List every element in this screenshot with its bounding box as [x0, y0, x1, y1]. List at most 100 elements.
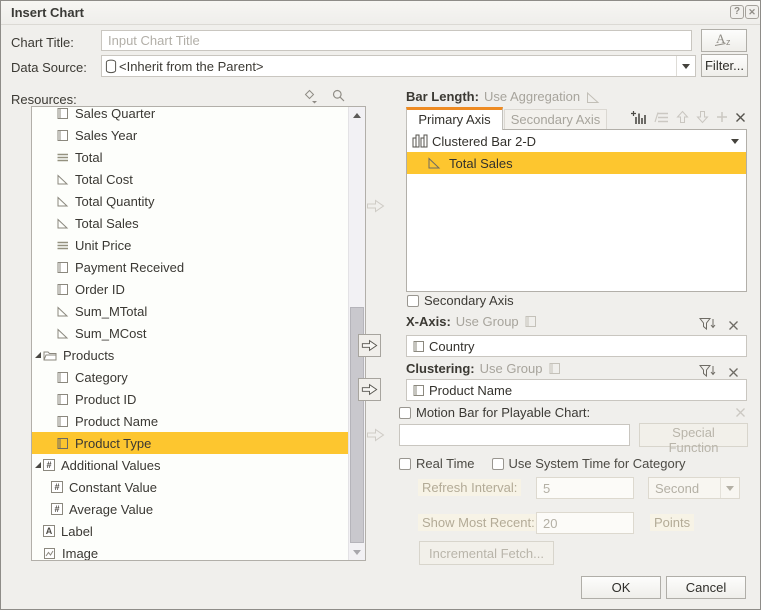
expand-arrow-icon[interactable]	[34, 461, 42, 469]
use-aggregation-label: Use Aggregation	[484, 89, 580, 104]
scroll-up-icon[interactable]	[349, 107, 365, 123]
tree-item-sum-mtotal[interactable]: Sum_MTotal	[32, 300, 348, 322]
real-time-checkbox[interactable]	[399, 458, 411, 470]
use-system-time-label: Use System Time for Category	[509, 456, 686, 471]
total-icon	[56, 239, 69, 252]
real-time-label: Real Time	[416, 456, 475, 471]
secondary-axis-checkbox[interactable]	[407, 295, 419, 307]
motion-bar-remove-icon[interactable]	[735, 406, 746, 421]
tree-item-products[interactable]: Products	[32, 344, 348, 366]
refresh-interval-label: Refresh Interval:	[418, 479, 521, 496]
filter-button[interactable]: Filter...	[701, 54, 748, 77]
data-source-dropdown-arrow[interactable]	[676, 56, 695, 76]
data-source-combobox[interactable]: <Inherit from the Parent>	[101, 55, 696, 77]
x-axis-header: X-Axis: Use Group	[406, 314, 537, 329]
series-item-label: Total Sales	[449, 156, 513, 171]
refresh-interval-input[interactable]	[536, 477, 634, 499]
move-up-icon[interactable]	[676, 110, 689, 124]
clustering-value: Product Name	[429, 383, 512, 398]
add-icon[interactable]	[716, 111, 728, 123]
cancel-button[interactable]: Cancel	[666, 576, 746, 599]
tree-item-label: Constant Value	[69, 480, 157, 495]
use-system-time-checkbox[interactable]	[492, 458, 504, 470]
x-axis-field[interactable]: Country	[406, 335, 747, 357]
show-most-recent-input[interactable]	[536, 512, 634, 534]
remove-icon[interactable]	[735, 112, 746, 123]
aggregation-list-icon[interactable]	[654, 111, 669, 124]
tree-item-product-id[interactable]: Product ID	[32, 388, 348, 410]
tree-item-sum-mcost[interactable]: Sum_MCost	[32, 322, 348, 344]
tree-item-payment-received[interactable]: Payment Received	[32, 256, 348, 278]
clustering-field[interactable]: Product Name	[406, 379, 747, 401]
tree-item-sales-quarter[interactable]: Sales Quarter	[32, 107, 348, 124]
x-axis-remove-icon[interactable]	[728, 319, 739, 334]
tree-item-label-resource[interactable]: ALabel	[32, 520, 348, 542]
refresh-unit-combobox[interactable]: Second	[648, 477, 740, 499]
font-style-button[interactable]: A z	[701, 29, 747, 52]
tree-item-label: Total Sales	[75, 216, 139, 231]
close-icon[interactable]: ✕	[745, 5, 759, 19]
tree-item-additional-values[interactable]: #Additional Values	[32, 454, 348, 476]
x-axis-filter-icon[interactable]	[699, 317, 716, 334]
x-axis-value: Country	[429, 339, 475, 354]
tree-item-label: Order ID	[75, 282, 125, 297]
tree-item-order-id[interactable]: Order ID	[32, 278, 348, 300]
tree-item-unit-price[interactable]: Unit Price	[32, 234, 348, 256]
scroll-down-icon[interactable]	[349, 544, 365, 560]
font-az-icon: A z	[713, 31, 735, 47]
ok-button[interactable]: OK	[581, 576, 661, 599]
move-down-icon[interactable]	[696, 110, 709, 124]
tree-item-label: Sales Year	[75, 128, 137, 143]
chart-type-combobox[interactable]: Clustered Bar 2-D	[407, 130, 746, 152]
measure-icon	[56, 195, 69, 208]
chart-title-input[interactable]	[101, 30, 692, 51]
real-time-row: Real Time Use System Time for Category	[399, 456, 686, 471]
tree-item-constant-value[interactable]: #Constant Value	[32, 476, 348, 498]
dimension-icon	[524, 315, 537, 328]
transfer-arrow-clustering[interactable]	[358, 378, 381, 401]
tree-item-total-sales[interactable]: Total Sales	[32, 212, 348, 234]
tree-item-total-cost[interactable]: Total Cost	[32, 168, 348, 190]
tree-item-sales-year[interactable]: Sales Year	[32, 124, 348, 146]
chart-type-dropdown-arrow[interactable]	[731, 139, 739, 144]
add-chart-icon[interactable]	[631, 110, 647, 125]
dimension-icon	[548, 362, 561, 375]
tree-item-label: Product Name	[75, 414, 158, 429]
tree-item-total-quantity[interactable]: Total Quantity	[32, 190, 348, 212]
expand-arrow-icon[interactable]	[34, 351, 42, 359]
motion-bar-checkbox[interactable]	[399, 407, 411, 419]
sort-resources-icon[interactable]	[304, 89, 319, 107]
tab-secondary-axis[interactable]: Secondary Axis	[504, 109, 607, 130]
show-most-recent-label: Show Most Recent:	[418, 514, 539, 531]
transfer-arrow-motion-bar[interactable]	[366, 428, 385, 442]
tree-item-label: Unit Price	[75, 238, 131, 253]
tree-item-category[interactable]: Category	[32, 366, 348, 388]
search-icon[interactable]	[332, 89, 345, 105]
incremental-fetch-button[interactable]: Incremental Fetch...	[419, 541, 554, 565]
tree-item-label: Products	[63, 348, 114, 363]
tree-item-product-type-selected[interactable]: Product Type	[32, 432, 348, 454]
tab-primary-axis[interactable]: Primary Axis	[406, 107, 503, 130]
tree-item-total[interactable]: Total	[32, 146, 348, 168]
help-icon[interactable]: ?	[730, 5, 744, 19]
dimension-icon	[56, 437, 69, 450]
dimension-icon	[56, 393, 69, 406]
title-bar[interactable]: Insert Chart ? ✕	[1, 1, 760, 25]
special-function-button[interactable]: Special Function	[639, 423, 748, 447]
refresh-unit-dropdown-arrow[interactable]	[720, 478, 739, 498]
motion-bar-input[interactable]	[399, 424, 630, 446]
tree-item-average-value[interactable]: #Average Value	[32, 498, 348, 520]
series-item-total-sales[interactable]: Total Sales	[407, 152, 746, 174]
tree-item-product-name[interactable]: Product Name	[32, 410, 348, 432]
tree-item-label: Product ID	[75, 392, 136, 407]
transfer-arrow-x-axis[interactable]	[358, 334, 381, 357]
primary-axis-listbox: Clustered Bar 2-D Total Sales	[406, 129, 747, 292]
dimension-icon	[56, 415, 69, 428]
numeric-icon: #	[43, 459, 55, 471]
clustered-bar-icon	[412, 134, 428, 148]
transfer-arrow-bar-length[interactable]	[366, 199, 385, 213]
tree-item-image-resource[interactable]: Image	[32, 542, 348, 560]
tree-item-label: Category	[75, 370, 128, 385]
tree-item-label: Sum_MTotal	[75, 304, 147, 319]
insert-chart-dialog: Insert Chart ? ✕ Chart Title: A z Data S…	[0, 0, 761, 610]
